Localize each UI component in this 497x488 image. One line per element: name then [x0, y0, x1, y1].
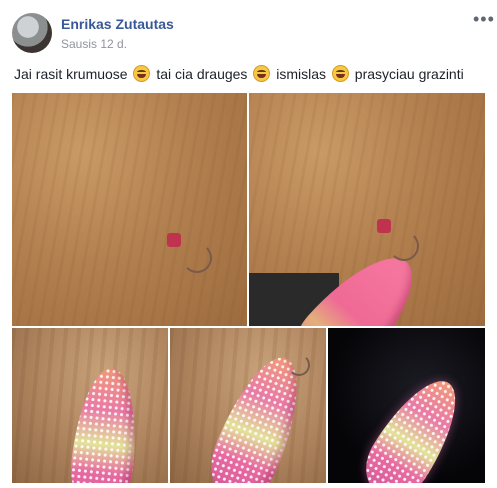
post-card: Enrikas Zutautas Sausis 12 d. ••• Jai ra… — [0, 0, 497, 488]
post-text-segment-1: Jai rasit krumuose — [14, 66, 128, 82]
post-text: Jai rasit krumuose tai cia drauges ismis… — [14, 65, 464, 83]
grinning-emoji-icon — [133, 65, 151, 82]
post-text-segment-2: tai cia drauges — [156, 66, 248, 82]
post-date[interactable]: Sausis 12 d. — [61, 37, 127, 51]
post-text-segment-3: ismislas — [276, 66, 326, 82]
hook-image — [389, 231, 419, 261]
photo-5[interactable] — [328, 328, 485, 483]
author-name[interactable]: Enrikas Zutautas — [61, 16, 174, 32]
photo-2[interactable] — [249, 93, 485, 326]
lure-image — [353, 366, 475, 483]
grinning-emoji-icon — [331, 65, 349, 82]
lure-tip — [167, 233, 181, 247]
lure-tip — [377, 219, 391, 233]
post-text-segment-4: prasyciau grazinti — [354, 66, 464, 82]
lure-image — [66, 365, 144, 483]
photo-1[interactable] — [12, 93, 247, 326]
hook-image — [182, 243, 212, 273]
photo-3[interactable] — [12, 328, 168, 483]
grinning-emoji-icon — [253, 65, 271, 82]
lure-image — [107, 321, 208, 326]
hook-image — [288, 354, 310, 376]
more-options-icon[interactable]: ••• — [473, 10, 495, 28]
author-avatar[interactable] — [12, 13, 52, 53]
photo-4[interactable] — [170, 328, 326, 483]
